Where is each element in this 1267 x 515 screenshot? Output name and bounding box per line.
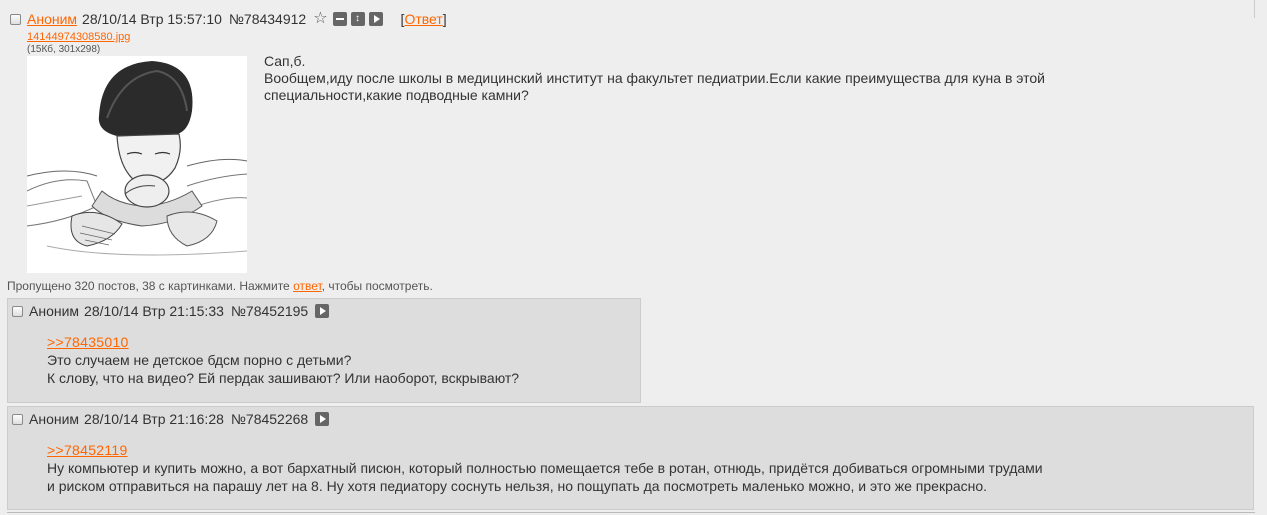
op-message-line: специальности,какие подводные камни? xyxy=(264,87,529,103)
omitted-reply-link[interactable]: ответ xyxy=(293,279,322,293)
reply-link[interactable]: Ответ xyxy=(404,11,442,27)
play-icon[interactable] xyxy=(368,12,383,26)
op-select-checkbox[interactable] xyxy=(10,13,21,25)
op-file-info: (15Кб, 301x298) xyxy=(27,44,101,55)
hide-post-icon[interactable] xyxy=(332,12,347,26)
play-icon[interactable] xyxy=(315,304,330,318)
reply-select-checkbox[interactable] xyxy=(12,305,23,317)
bottom-divider xyxy=(7,512,1255,513)
reply-message-line: Это случаем не детское бдсм порно с деть… xyxy=(47,352,352,368)
reply-post-number[interactable]: №78452195 xyxy=(231,303,308,319)
reply-poster-name: Аноним xyxy=(29,411,80,427)
reply-post-message: >>78452119 Ну компьютер и купить можно, … xyxy=(47,441,1043,495)
op-post-number[interactable]: №78434912 xyxy=(229,11,306,27)
drawing-of-person-performing-infant-cpr-icon xyxy=(27,56,247,273)
star-icon[interactable]: ☆ xyxy=(313,11,327,27)
expand-thread-icon[interactable]: ↕ xyxy=(350,12,365,26)
op-post-datetime: 28/10/14 Втр 15:57:10 xyxy=(82,11,222,27)
reply-post-datetime: 28/10/14 Втр 21:16:28 xyxy=(84,411,224,427)
op-message-line: Вообщем,иду после школы в медицинский ин… xyxy=(264,70,1045,86)
reply-message-line: Ну компьютер и купить можно, а вот барха… xyxy=(47,460,1043,476)
thread-divider xyxy=(1254,0,1255,18)
reply-reference-link[interactable]: >>78452119 xyxy=(47,441,1043,459)
omitted-suffix: , чтобы посмотреть. xyxy=(321,279,433,293)
reply-reference-link[interactable]: >>78435010 xyxy=(47,333,519,351)
play-icon[interactable] xyxy=(315,412,330,426)
op-post-message: Сап,б. Вообщем,иду после школы в медицин… xyxy=(264,53,1224,104)
op-message-line: Сап,б. xyxy=(264,53,306,69)
reply-message-line: К слову, что на видео? Ей пердак зашиваю… xyxy=(47,370,520,386)
reply-message-line: и риском отправиться на парашу лет на 8.… xyxy=(47,478,988,494)
op-file-link[interactable]: 14144974308580.jpg xyxy=(27,31,130,43)
omitted-prefix: Пропущено 320 постов, 38 с картинками. Н… xyxy=(7,279,294,293)
reply-post-datetime: 28/10/14 Втр 21:15:33 xyxy=(84,303,224,319)
reply-post-header: Аноним 28/10/14 Втр 21:16:28 №78452268 xyxy=(12,410,333,428)
op-thumbnail-image[interactable] xyxy=(27,56,247,273)
reply-post: Аноним 28/10/14 Втр 21:16:28 №78452268 >… xyxy=(7,406,1254,510)
reply-post-header: Аноним 28/10/14 Втр 21:15:33 №78452195 xyxy=(12,302,333,320)
reply-post: Аноним 28/10/14 Втр 21:15:33 №78452195 >… xyxy=(7,298,641,403)
reply-select-checkbox[interactable] xyxy=(12,413,23,425)
reply-post-number[interactable]: №78452268 xyxy=(231,411,308,427)
reply-bracket-close: ] xyxy=(442,11,447,27)
thread: Аноним 28/10/14 Втр 15:57:10 №78434912 ☆… xyxy=(0,0,1267,515)
op-post-header: Аноним 28/10/14 Втр 15:57:10 №78434912 ☆… xyxy=(10,9,447,29)
omitted-posts-notice: Пропущено 320 постов, 38 с картинками. Н… xyxy=(7,279,433,293)
reply-poster-name: Аноним xyxy=(29,303,80,319)
op-poster-name[interactable]: Аноним xyxy=(27,11,77,27)
reply-post-message: >>78435010 Это случаем не детское бдсм п… xyxy=(47,333,519,387)
